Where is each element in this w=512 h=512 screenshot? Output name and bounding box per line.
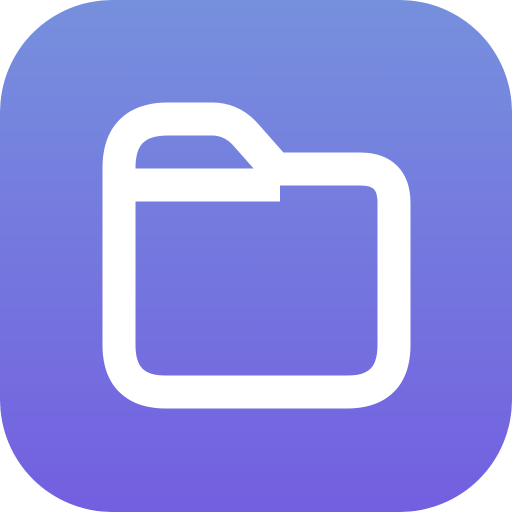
icon-background: [0, 0, 512, 512]
app-icon[interactable]: [0, 0, 512, 512]
app-icon-graphic: [0, 0, 512, 512]
